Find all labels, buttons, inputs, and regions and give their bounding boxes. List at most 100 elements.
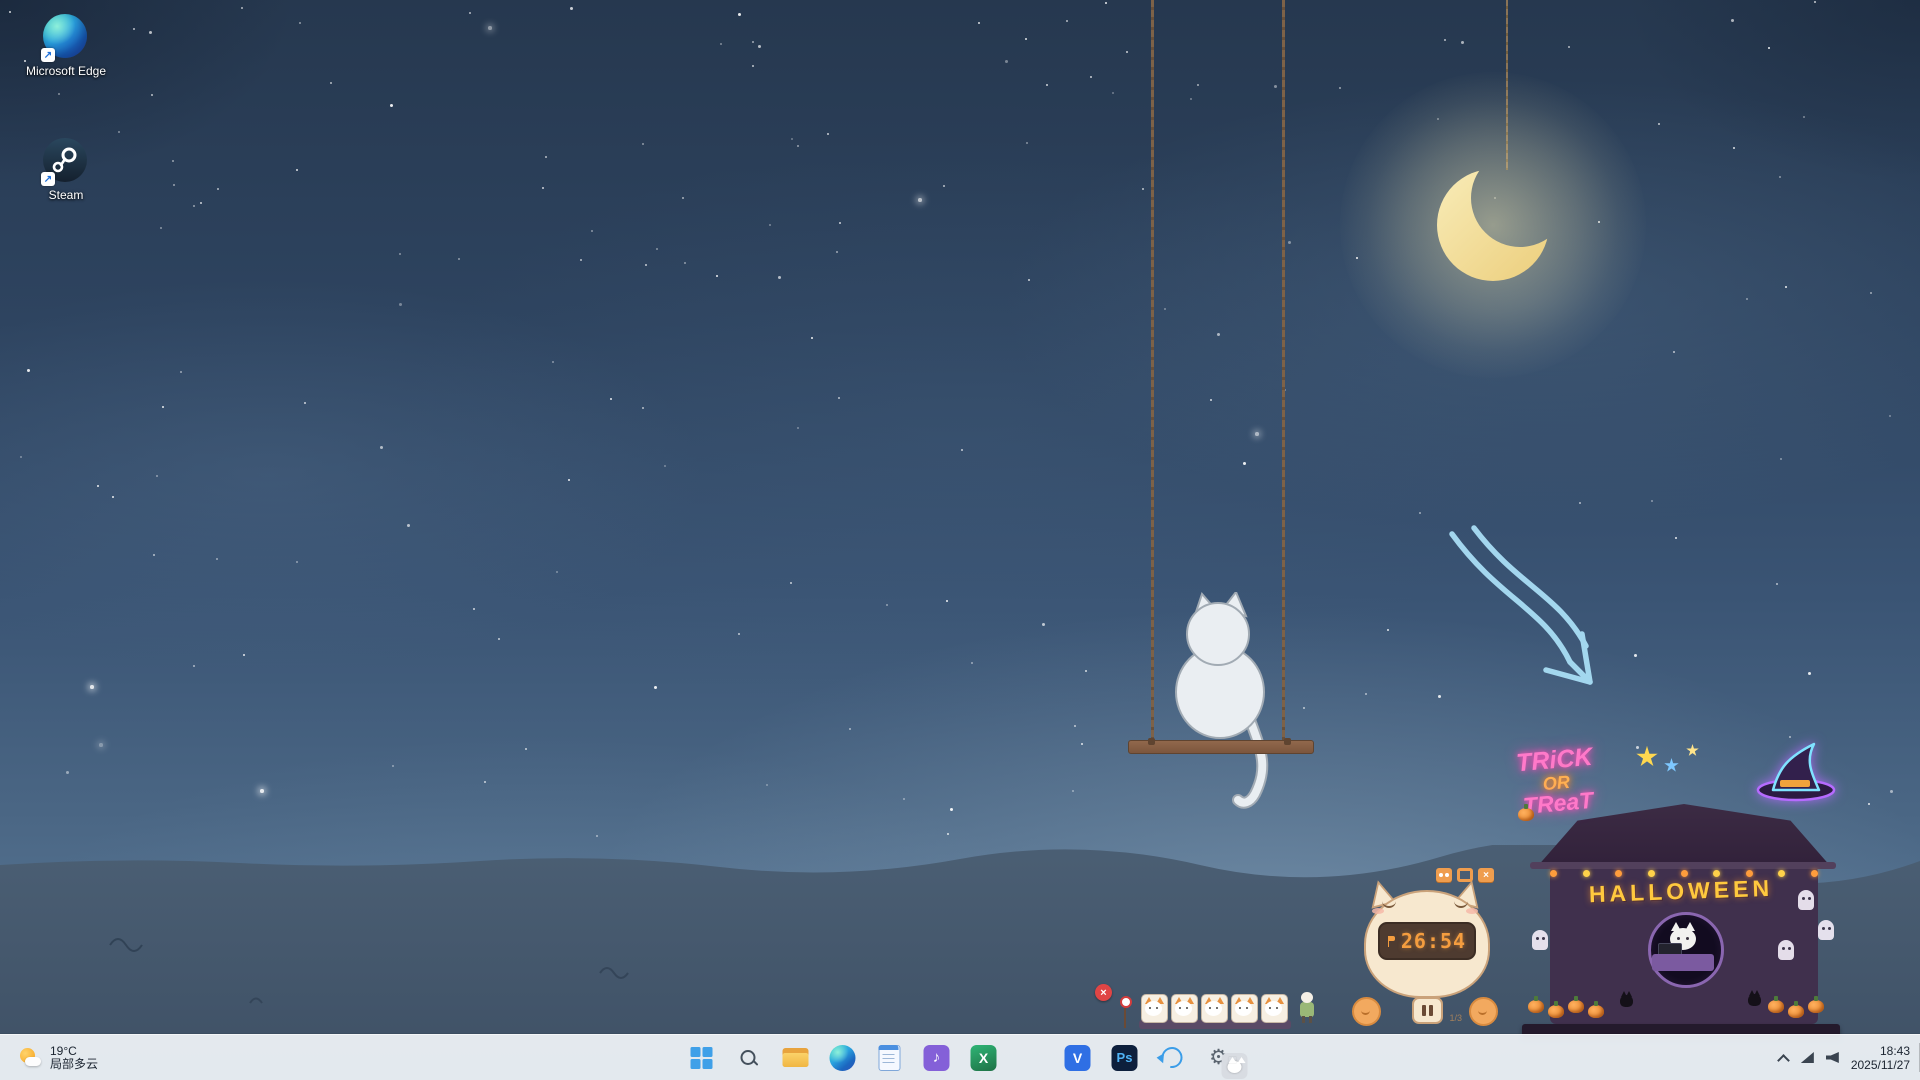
pet-app-button[interactable] bbox=[1012, 1039, 1050, 1077]
cat-slot[interactable] bbox=[1231, 994, 1258, 1023]
black-cat-icon bbox=[1748, 994, 1761, 1006]
network-icon[interactable] bbox=[1801, 1052, 1814, 1063]
tray-clock[interactable]: 18:43 2025/11/27 bbox=[1851, 1044, 1914, 1072]
ghost-icon bbox=[1532, 930, 1548, 950]
windows-logo-icon bbox=[691, 1047, 713, 1069]
pause-button[interactable] bbox=[1412, 997, 1443, 1024]
star bbox=[380, 446, 383, 449]
file-explorer-button[interactable] bbox=[777, 1039, 815, 1077]
desktop-pet-strip[interactable]: × bbox=[1095, 984, 1333, 1036]
desktop-icon-label: Steam bbox=[49, 188, 84, 202]
system-tray: 18:43 2025/11/27 bbox=[1779, 1035, 1914, 1080]
star bbox=[738, 13, 741, 16]
star bbox=[610, 398, 612, 400]
star bbox=[654, 686, 657, 689]
cat-slot[interactable] bbox=[1261, 994, 1288, 1023]
star-decoration-icon bbox=[1636, 746, 1658, 768]
folder-icon bbox=[783, 1048, 809, 1068]
excel-button[interactable]: X bbox=[965, 1039, 1003, 1077]
star bbox=[1197, 84, 1199, 86]
star bbox=[811, 337, 813, 339]
widget-expand-icon[interactable] bbox=[1457, 868, 1473, 882]
hidden-icons-chevron[interactable] bbox=[1779, 1053, 1789, 1063]
clock-widget-controls: × bbox=[1436, 868, 1494, 882]
star bbox=[838, 397, 840, 399]
star bbox=[133, 28, 135, 30]
star bbox=[498, 638, 500, 640]
star bbox=[1868, 803, 1870, 805]
star bbox=[1042, 623, 1045, 626]
star bbox=[1579, 502, 1581, 504]
star bbox=[488, 26, 492, 30]
cat-app-icon bbox=[1222, 1053, 1248, 1079]
desktop-icon-steam[interactable]: ↗ Steam bbox=[18, 138, 114, 202]
star bbox=[1733, 147, 1735, 149]
star bbox=[1785, 286, 1787, 288]
widget-menu-icon[interactable] bbox=[1436, 868, 1452, 882]
pet-character[interactable] bbox=[1299, 992, 1315, 1024]
excel-icon: X bbox=[971, 1045, 997, 1071]
star bbox=[849, 728, 851, 730]
search-button[interactable] bbox=[730, 1039, 768, 1077]
timer-display: 26:54 bbox=[1378, 922, 1476, 960]
star bbox=[172, 160, 174, 162]
widget-close-icon[interactable]: × bbox=[1478, 868, 1494, 882]
star bbox=[296, 561, 298, 563]
star bbox=[1803, 116, 1805, 118]
star bbox=[1005, 60, 1008, 63]
volume-icon[interactable] bbox=[1826, 1052, 1839, 1063]
desktop-icon-edge[interactable]: ↗ Microsoft Edge bbox=[18, 14, 114, 78]
star bbox=[797, 427, 799, 429]
star bbox=[545, 156, 547, 158]
star bbox=[836, 251, 838, 253]
cat-slot[interactable] bbox=[1201, 994, 1228, 1023]
strip-close-button[interactable]: × bbox=[1095, 984, 1112, 1001]
sync-icon bbox=[1157, 1043, 1186, 1072]
star bbox=[216, 558, 218, 560]
star bbox=[458, 258, 460, 260]
photoshop-button[interactable]: Ps bbox=[1106, 1039, 1144, 1077]
halloween-widget[interactable]: TRiCK OR TReaT HALLOWEEN bbox=[1516, 742, 1846, 1038]
start-button[interactable] bbox=[683, 1039, 721, 1077]
cat-slot[interactable] bbox=[1171, 994, 1198, 1023]
star bbox=[1074, 725, 1076, 727]
star bbox=[1255, 432, 1259, 436]
weather-condition: 局部多云 bbox=[50, 1058, 98, 1071]
star bbox=[947, 833, 949, 835]
ghost-icon bbox=[1798, 890, 1814, 910]
star bbox=[903, 798, 905, 800]
star bbox=[1387, 629, 1389, 631]
skip-paw-button[interactable] bbox=[1469, 997, 1498, 1026]
music-app-button[interactable]: ♪ bbox=[918, 1039, 956, 1077]
star bbox=[99, 743, 103, 747]
star bbox=[390, 104, 393, 107]
cat-slot[interactable] bbox=[1141, 994, 1168, 1023]
notepad-button[interactable] bbox=[871, 1039, 909, 1077]
star bbox=[162, 406, 164, 408]
star-decoration-icon bbox=[1664, 758, 1679, 773]
star bbox=[153, 554, 155, 556]
weather-widget-button[interactable]: 19°C 局部多云 bbox=[8, 1035, 108, 1080]
star bbox=[790, 582, 792, 584]
star bbox=[9, 11, 11, 13]
star bbox=[1768, 47, 1770, 49]
meeting-app-button[interactable]: V bbox=[1059, 1039, 1097, 1077]
sync-app-button[interactable] bbox=[1153, 1039, 1191, 1077]
star bbox=[241, 7, 243, 9]
star bbox=[580, 259, 582, 261]
star bbox=[591, 230, 593, 232]
star bbox=[542, 187, 544, 189]
star bbox=[1072, 790, 1074, 792]
photoshop-icon: Ps bbox=[1112, 1045, 1138, 1071]
star bbox=[193, 205, 195, 207]
star bbox=[97, 485, 99, 487]
star-decoration-icon bbox=[1686, 744, 1699, 757]
star bbox=[1142, 188, 1144, 190]
star bbox=[1090, 76, 1092, 78]
edge-button[interactable] bbox=[824, 1039, 862, 1077]
star bbox=[193, 665, 195, 667]
cat-clock-widget[interactable]: × 26:54 1/3 bbox=[1350, 868, 1500, 1036]
restart-paw-button[interactable] bbox=[1352, 997, 1381, 1026]
star bbox=[971, 662, 973, 664]
star bbox=[180, 371, 182, 373]
